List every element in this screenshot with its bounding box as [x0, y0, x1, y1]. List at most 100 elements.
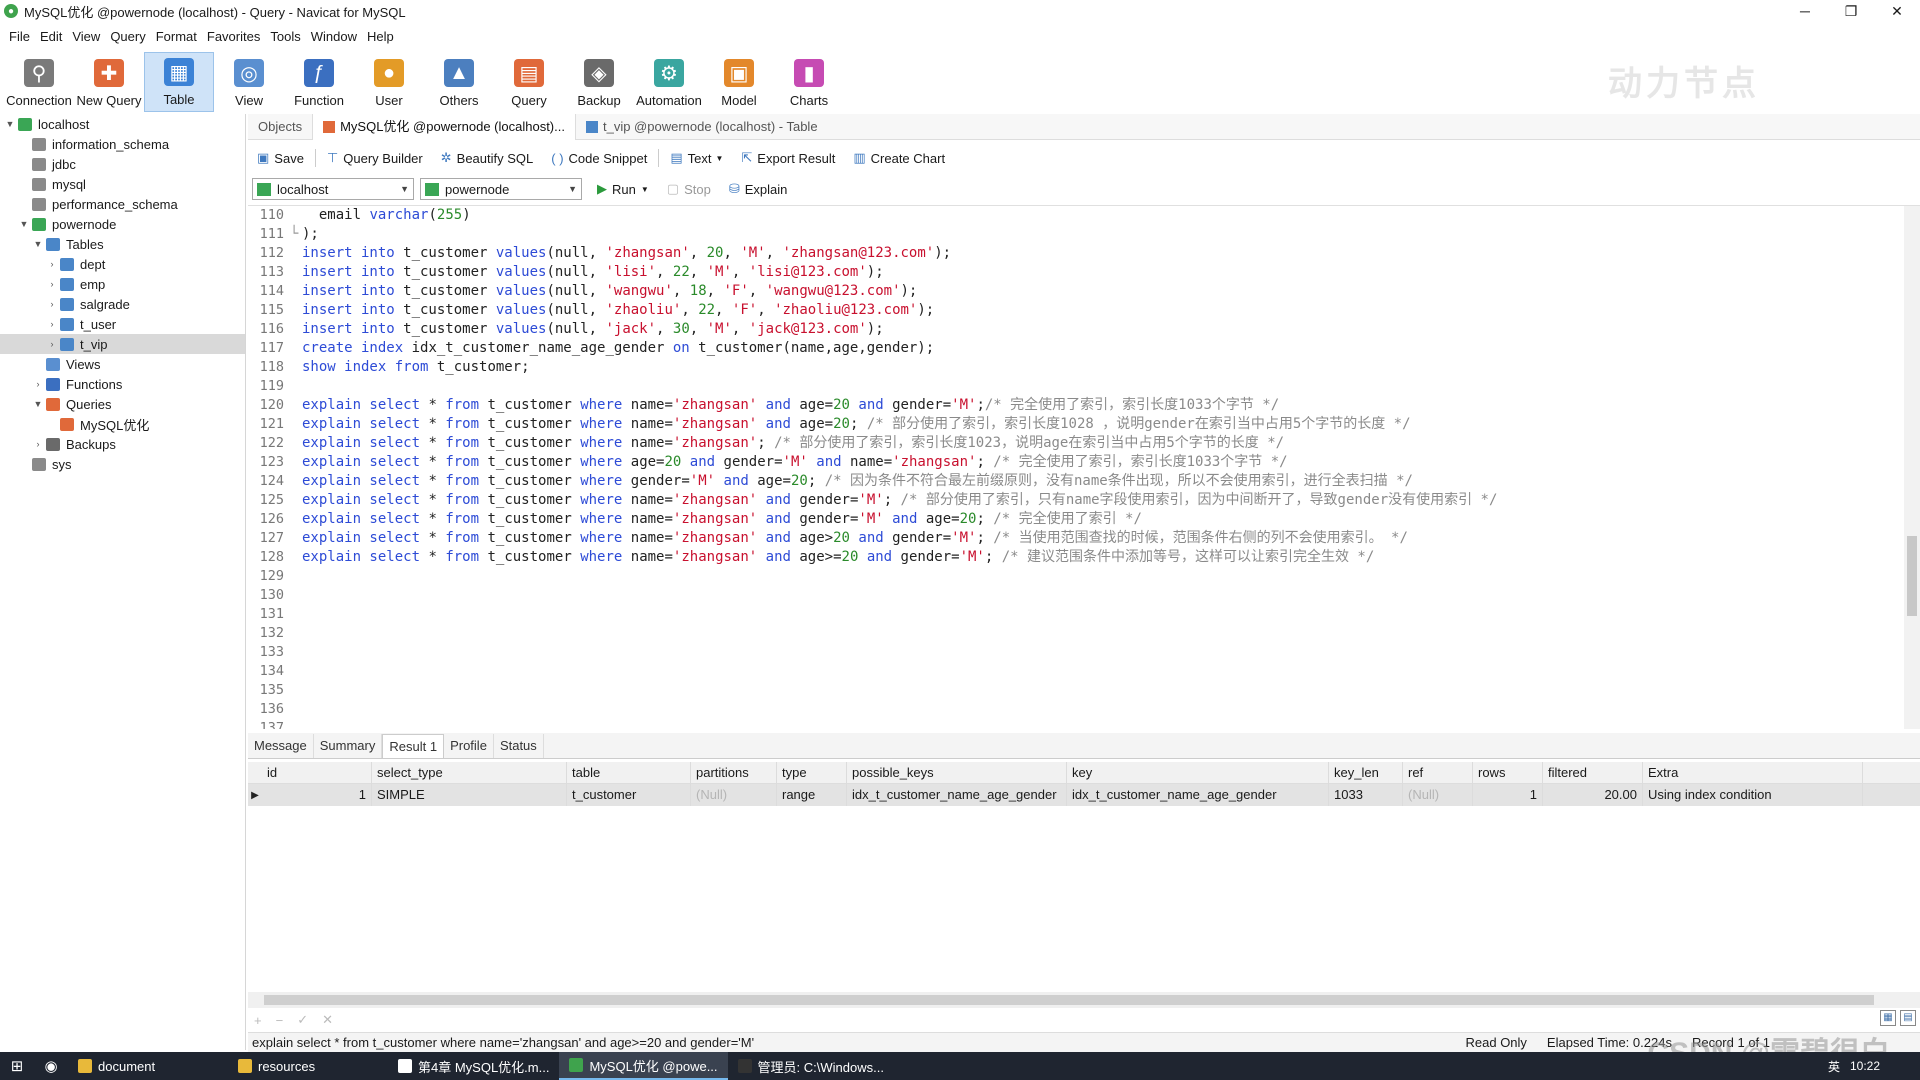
windows-start-icon[interactable]: ⊞: [0, 1057, 34, 1075]
table-cell[interactable]: (Null): [1403, 784, 1473, 806]
tree-item-views[interactable]: Views: [0, 354, 245, 374]
expand-toggle-icon[interactable]: ›: [32, 379, 44, 389]
toolbar-table-button[interactable]: ▦ Table: [144, 52, 214, 112]
column-header-key_len[interactable]: key_len: [1329, 761, 1403, 784]
toolbar-user-button[interactable]: ● User: [354, 52, 424, 112]
grid-view-icon[interactable]: ▦: [1880, 1010, 1896, 1026]
column-header-ref[interactable]: ref: [1403, 761, 1473, 784]
grid-horizontal-scrollbar[interactable]: [248, 992, 1920, 1008]
menu-help[interactable]: Help: [362, 29, 399, 44]
menu-format[interactable]: Format: [151, 29, 202, 44]
close-button[interactable]: ✕: [1874, 0, 1920, 22]
column-header-extra[interactable]: Extra: [1643, 761, 1863, 784]
menu-favorites[interactable]: Favorites: [202, 29, 265, 44]
editor-vertical-scrollbar[interactable]: [1904, 206, 1920, 729]
tree-item-information_schema[interactable]: information_schema: [0, 134, 245, 154]
expand-toggle-icon[interactable]: ▼: [18, 219, 30, 229]
tree-item-salgrade[interactable]: › salgrade: [0, 294, 245, 314]
grid-scroll-thumb[interactable]: [264, 995, 1874, 1005]
tab-objects[interactable]: Objects: [248, 114, 312, 140]
menu-window[interactable]: Window: [306, 29, 362, 44]
add-record-button[interactable]: +: [254, 1013, 262, 1028]
menu-query[interactable]: Query: [105, 29, 150, 44]
menu-file[interactable]: File: [4, 29, 35, 44]
result-tab-profile[interactable]: Profile: [444, 734, 494, 758]
table-cell[interactable]: (Null): [691, 784, 777, 806]
toolbar-automation-button[interactable]: ⚙ Automation: [634, 52, 704, 112]
restore-button[interactable]: ❐: [1828, 0, 1874, 22]
table-cell[interactable]: 20.00: [1543, 784, 1643, 806]
taskbar-item[interactable]: 第4章 MySQL优化.m...: [388, 1052, 559, 1080]
taskbar-item[interactable]: MySQL优化 @powe...: [559, 1052, 728, 1080]
menu-edit[interactable]: Edit: [35, 29, 67, 44]
apply-changes-button[interactable]: ✓: [297, 1012, 308, 1028]
column-header-rows[interactable]: rows: [1473, 761, 1543, 784]
sql-editor[interactable]: 110 email varchar(255) 111 └); 112 insert in…: [248, 205, 1920, 729]
result-tab-message[interactable]: Message: [248, 734, 314, 758]
tree-item-jdbc[interactable]: jdbc: [0, 154, 245, 174]
tree-item-t_user[interactable]: › t_user: [0, 314, 245, 334]
expand-toggle-icon[interactable]: ›: [46, 299, 58, 309]
expand-toggle-icon[interactable]: ›: [46, 279, 58, 289]
toolbar-new-query-button[interactable]: ✚ New Query: [74, 52, 144, 112]
ime-indicator[interactable]: 英: [1828, 1058, 1840, 1075]
expand-toggle-icon[interactable]: ›: [46, 319, 58, 329]
table-cell[interactable]: Using index condition: [1643, 784, 1863, 806]
tab-table[interactable]: t_vip @powernode (localhost) - Table: [576, 114, 828, 140]
table-cell[interactable]: SIMPLE: [372, 784, 567, 806]
minimize-button[interactable]: ─: [1782, 0, 1828, 22]
toolbar-connection-button[interactable]: ⚲ Connection: [4, 52, 74, 112]
clock[interactable]: 10:22: [1850, 1059, 1880, 1073]
tree-item-localhost[interactable]: ▼ localhost: [0, 114, 245, 134]
discard-changes-button[interactable]: ✕: [322, 1012, 333, 1028]
table-cell[interactable]: 1: [262, 784, 372, 806]
table-cell[interactable]: t_customer: [567, 784, 691, 806]
taskbar-item[interactable]: document: [68, 1052, 228, 1080]
expand-toggle-icon[interactable]: ▼: [32, 239, 44, 249]
expand-toggle-icon[interactable]: ▼: [32, 399, 44, 409]
column-header-filtered[interactable]: filtered: [1543, 761, 1643, 784]
tab-query[interactable]: MySQL优化 @powernode (localhost)...: [312, 113, 576, 140]
form-view-icon[interactable]: ▤: [1900, 1010, 1916, 1026]
expand-toggle-icon[interactable]: ›: [46, 259, 58, 269]
result-tab-status[interactable]: Status: [494, 734, 544, 758]
toolbar-view-button[interactable]: ◎ View: [214, 52, 284, 112]
chrome-icon[interactable]: ◉: [34, 1057, 68, 1075]
tree-item-powernode[interactable]: ▼ powernode: [0, 214, 245, 234]
taskbar-item[interactable]: 管理员: C:\Windows...: [728, 1052, 894, 1080]
expand-toggle-icon[interactable]: ›: [46, 339, 58, 349]
toolbar-query-button[interactable]: ▤ Query: [494, 52, 564, 112]
toolbar-function-button[interactable]: ƒ Function: [284, 52, 354, 112]
table-cell[interactable]: range: [777, 784, 847, 806]
tree-item-tables[interactable]: ▼ Tables: [0, 234, 245, 254]
result-tab-summary[interactable]: Summary: [314, 734, 383, 758]
tree-item-emp[interactable]: › emp: [0, 274, 245, 294]
stop-button[interactable]: ▢ Stop: [658, 176, 720, 202]
create-chart-button[interactable]: ▥ Create Chart: [844, 145, 954, 171]
tree-item-performance_schema[interactable]: performance_schema: [0, 194, 245, 214]
result-tab-result-1[interactable]: Result 1: [382, 734, 445, 758]
table-row[interactable]: ▶ 1 SIMPLE t_customer (Null) range idx_t_custo…: [248, 784, 1920, 806]
query-builder-button[interactable]: ⊤ Query Builder: [318, 145, 432, 171]
toolbar-backup-button[interactable]: ◈ Backup: [564, 52, 634, 112]
column-header-possible_keys[interactable]: possible_keys: [847, 761, 1067, 784]
delete-record-button[interactable]: −: [276, 1013, 284, 1028]
save-button[interactable]: ▣ Save: [248, 145, 313, 171]
tree-item-dept[interactable]: › dept: [0, 254, 245, 274]
expand-toggle-icon[interactable]: ›: [32, 439, 44, 449]
column-header-key[interactable]: key: [1067, 761, 1329, 784]
code-snippet-button[interactable]: ( ) Code Snippet: [542, 145, 656, 171]
table-cell[interactable]: idx_t_customer_name_age_gender: [847, 784, 1067, 806]
database-select[interactable]: powernode ▼: [420, 178, 582, 200]
beautify-sql-button[interactable]: ✲ Beautify SQL: [432, 145, 543, 171]
tree-item-queries[interactable]: ▼ Queries: [0, 394, 245, 414]
run-button[interactable]: ▶ Run ▼: [588, 176, 658, 202]
connection-select[interactable]: localhost ▼: [252, 178, 414, 200]
menu-view[interactable]: View: [67, 29, 105, 44]
tree-item-backups[interactable]: › Backups: [0, 434, 245, 454]
tree-item-mysql[interactable]: mysql: [0, 174, 245, 194]
table-cell[interactable]: 1033: [1329, 784, 1403, 806]
toolbar-charts-button[interactable]: ▮ Charts: [774, 52, 844, 112]
column-header-partitions[interactable]: partitions: [691, 761, 777, 784]
export-result-button[interactable]: ⇱ Export Result: [732, 145, 844, 171]
